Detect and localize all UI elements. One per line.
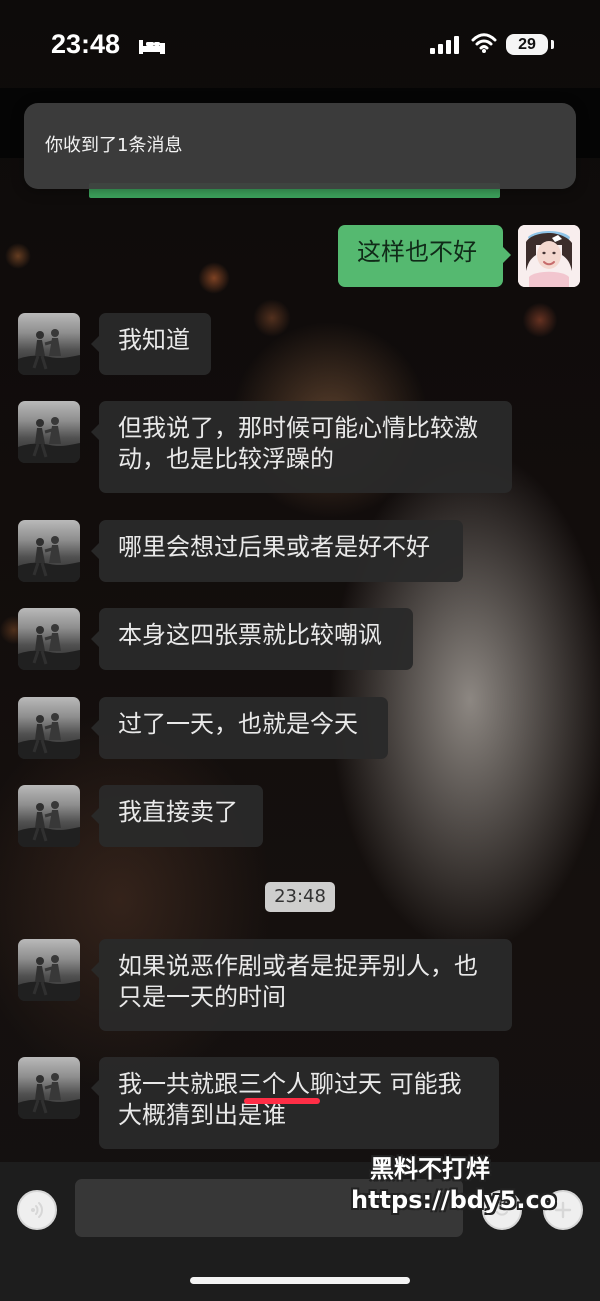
received-message-bubble[interactable]: 如果说恶作剧或者是捉弄别人，也 只是一天的时间	[91, 939, 512, 1031]
received-message-text: 哪里会想过后果或者是好不好	[118, 533, 430, 561]
signal-icon	[430, 36, 459, 54]
contact-avatar-image	[18, 536, 80, 582]
received-message-bubble[interactable]: 我知道	[91, 313, 211, 375]
received-message-text: 本身这四张票就比较嘲讽	[118, 621, 382, 649]
contact-avatar-image	[18, 417, 80, 463]
status-time: 23:48	[51, 29, 121, 59]
received-message-line: 但我说了，那时候可能心情比较激	[118, 414, 478, 442]
sent-message-bubble[interactable]: 这样也不好	[338, 225, 511, 287]
status-bar: 23:48 29	[0, 0, 600, 90]
received-message-bubble[interactable]: 哪里会想过后果或者是好不好	[91, 520, 463, 582]
contact-avatar[interactable]	[18, 520, 80, 582]
chat-screen: 23:48 29 你收到了1条消息 这样也不好 我知道 但我说了，那时候可能心情…	[0, 0, 600, 1301]
contact-avatar[interactable]	[18, 939, 80, 1001]
battery-cap	[551, 40, 554, 49]
wifi-icon	[471, 33, 497, 53]
contact-avatar-image	[18, 801, 80, 847]
red-underline-annotation	[244, 1098, 320, 1104]
received-message-bubble[interactable]: 本身这四张票就比较嘲讽	[91, 608, 413, 670]
contact-avatar-image	[18, 329, 80, 375]
voice-icon	[31, 1202, 43, 1218]
sent-message-text: 这样也不好	[357, 238, 477, 266]
contact-avatar[interactable]	[18, 785, 80, 847]
battery-level: 29	[518, 36, 536, 53]
received-message-text: 我直接卖了	[118, 798, 238, 826]
received-message-text: 我知道	[118, 326, 190, 354]
contact-avatar-image	[18, 1073, 80, 1119]
time-divider: 23:48	[265, 882, 335, 912]
contact-avatar[interactable]	[18, 313, 80, 375]
home-indicator[interactable]	[190, 1277, 410, 1284]
user-avatar-image	[518, 225, 580, 287]
notification-banner[interactable]: 你收到了1条消息	[24, 103, 576, 189]
received-message-bubble[interactable]: 过了一天，也就是今天	[91, 697, 388, 759]
received-message-bubble[interactable]: 但我说了，那时候可能心情比较激 动，也是比较浮躁的	[91, 401, 512, 493]
battery-icon: 29	[506, 34, 548, 55]
received-message-bubble[interactable]: 我直接卖了	[91, 785, 263, 847]
received-message-line: 大概猜到出是谁	[118, 1101, 286, 1129]
notification-text: 你收到了1条消息	[45, 135, 183, 156]
contact-avatar[interactable]	[18, 401, 80, 463]
user-avatar[interactable]	[518, 225, 580, 287]
received-message-text: 过了一天，也就是今天	[118, 710, 358, 738]
watermark: 黑料不打烊 https://bdy5.co	[351, 1152, 556, 1222]
received-message-line: 动，也是比较浮躁的	[118, 445, 334, 473]
received-message-line: 只是一天的时间	[118, 983, 286, 1011]
contact-avatar-image	[18, 713, 80, 759]
contact-avatar-image	[18, 955, 80, 1001]
bed-icon	[139, 40, 165, 54]
received-message-line: 如果说恶作剧或者是捉弄别人，也	[118, 952, 478, 980]
contact-avatar-image	[18, 624, 80, 670]
contact-avatar[interactable]	[18, 1057, 80, 1119]
watermark-url: https://bdy5.co	[351, 1186, 557, 1214]
watermark-title: 黑料不打烊	[370, 1155, 490, 1183]
voice-button[interactable]	[17, 1190, 57, 1230]
received-message-line: 我一共就跟三个人聊过天 可能我	[118, 1070, 462, 1098]
contact-avatar[interactable]	[18, 608, 80, 670]
contact-avatar[interactable]	[18, 697, 80, 759]
